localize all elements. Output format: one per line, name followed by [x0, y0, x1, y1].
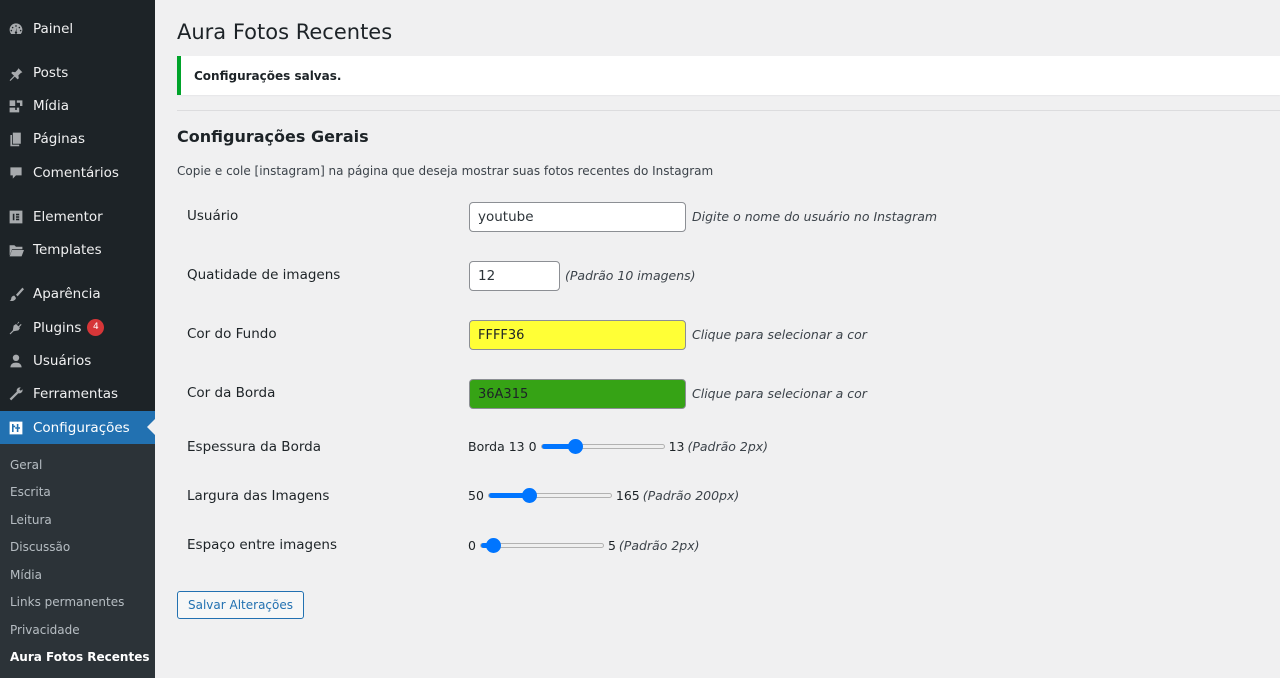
pin-icon: [7, 64, 25, 82]
submenu-item-geral[interactable]: Geral: [10, 458, 42, 472]
espessura-description: (Padrão 2px): [687, 439, 769, 454]
menu-item-usuarios[interactable]: Usuários: [0, 344, 155, 377]
menu-item-templates[interactable]: Templates: [0, 233, 155, 266]
cor-borda-value: 36A315: [478, 386, 529, 402]
folder-icon: [7, 241, 25, 259]
largura-min: 50: [468, 488, 484, 503]
submenu-item-leitura[interactable]: Leitura: [10, 513, 52, 527]
largura-description: (Padrão 200px): [642, 488, 740, 503]
comments-icon: [7, 164, 25, 182]
plugin-icon: [7, 319, 25, 337]
menu-label: Templates: [33, 241, 102, 258]
menu-label: Páginas: [33, 130, 85, 147]
espaco-description: (Padrão 2px): [618, 538, 700, 553]
menu-item-elementor[interactable]: Elementor: [0, 200, 155, 233]
media-icon: [7, 97, 25, 115]
menu-item-ferramentas[interactable]: Ferramentas: [0, 377, 155, 410]
main-content: Aura Fotos Recentes Configurações salvas…: [155, 0, 1280, 678]
divider: [177, 110, 1280, 111]
espaco-min: 0: [468, 538, 476, 553]
admin-sidebar: Painel Posts Mídia Páginas Comentários E…: [0, 0, 155, 678]
cor-borda-color-picker[interactable]: 36A315: [469, 379, 686, 409]
cor-fundo-description: Clique para selecionar a cor: [692, 327, 867, 342]
section-title: Configurações Gerais: [177, 127, 369, 146]
espessura-slider-thumb[interactable]: [567, 439, 583, 454]
menu-label: Aparência: [33, 285, 101, 302]
espessura-min: 0: [528, 439, 537, 454]
wrench-icon: [7, 385, 25, 403]
menu-item-plugins[interactable]: Plugins 4: [0, 311, 155, 344]
cor-fundo-color-picker[interactable]: FFFF36: [469, 320, 686, 350]
usuario-label: Usuário: [187, 208, 239, 224]
usuario-input[interactable]: [469, 202, 686, 232]
espessura-prefix: Borda 13: [468, 439, 525, 454]
menu-label: Plugins: [33, 319, 82, 336]
elementor-icon: [7, 208, 25, 226]
submenu-item-aura-fotos-recentes[interactable]: Aura Fotos Recentes: [10, 650, 149, 664]
menu-label: Configurações: [33, 419, 130, 436]
dashboard-icon: [7, 20, 25, 38]
cor-fundo-label: Cor do Fundo: [187, 326, 277, 342]
menu-item-comentarios[interactable]: Comentários: [0, 156, 155, 189]
submenu-item-escrita[interactable]: Escrita: [10, 485, 51, 499]
users-icon: [7, 352, 25, 370]
espaco-max: 5: [607, 538, 616, 553]
menu-label: Elementor: [33, 208, 103, 225]
menu-item-midia[interactable]: Mídia: [0, 89, 155, 122]
menu-label: Painel: [33, 20, 74, 37]
espaco-slider[interactable]: [479, 538, 604, 553]
notice-text: Configurações salvas.: [194, 68, 342, 83]
quantidade-description: (Padrão 10 imagens): [565, 268, 696, 283]
submenu-item-midia[interactable]: Mídia: [10, 568, 42, 582]
cor-borda-description: Clique para selecionar a cor: [692, 386, 867, 401]
espaco-slider-row: 0 5 (Padrão 2px): [468, 538, 700, 553]
menu-label: Posts: [33, 64, 69, 81]
paintbrush-icon: [7, 285, 25, 303]
menu-label: Comentários: [33, 164, 119, 181]
menu-item-posts[interactable]: Posts: [0, 56, 155, 89]
quantidade-input[interactable]: [469, 261, 560, 291]
menu-label: Usuários: [33, 352, 92, 369]
save-button[interactable]: Salvar Alterações: [177, 591, 304, 619]
largura-slider-row: 50 165 (Padrão 200px): [468, 488, 739, 503]
espessura-label: Espessura da Borda: [187, 439, 321, 455]
menu-item-painel[interactable]: Painel: [0, 12, 155, 45]
menu-item-aparencia[interactable]: Aparência: [0, 277, 155, 310]
espessura-max: 13: [668, 439, 685, 454]
quantidade-label: Quatidade de imagens: [187, 267, 341, 283]
submenu-item-privacidade[interactable]: Privacidade: [10, 623, 80, 637]
settings-submenu: Geral Escrita Leitura Discussão Mídia Li…: [0, 444, 155, 678]
espessura-slider[interactable]: [540, 439, 665, 454]
espaco-label: Espaço entre imagens: [187, 537, 338, 553]
menu-label: Mídia: [33, 97, 69, 114]
usuario-description: Digite o nome do usuário no Instagram: [692, 209, 938, 224]
espessura-slider-row: Borda 13 0 13 (Padrão 2px): [468, 439, 768, 454]
largura-slider[interactable]: [487, 488, 612, 503]
largura-label: Largura das Imagens: [187, 488, 330, 504]
espaco-slider-thumb[interactable]: [485, 538, 501, 553]
menu-label: Ferramentas: [33, 385, 119, 402]
submenu-item-links-permanentes[interactable]: Links permanentes: [10, 595, 124, 609]
section-description: Copie e cole [instagram] na página que d…: [177, 164, 714, 178]
cor-borda-label: Cor da Borda: [187, 385, 276, 401]
settings-icon: [7, 419, 25, 437]
page-title: Aura Fotos Recentes: [177, 20, 393, 44]
plugins-update-badge: 4: [87, 319, 105, 336]
menu-item-paginas[interactable]: Páginas: [0, 122, 155, 155]
largura-slider-thumb[interactable]: [521, 488, 537, 503]
success-notice: Configurações salvas.: [177, 56, 1280, 95]
menu-item-configuracoes[interactable]: Configurações: [0, 411, 155, 444]
largura-max: 165: [615, 488, 640, 503]
pages-icon: [7, 130, 25, 148]
cor-fundo-value: FFFF36: [478, 327, 525, 343]
submenu-item-discussao[interactable]: Discussão: [10, 540, 70, 554]
